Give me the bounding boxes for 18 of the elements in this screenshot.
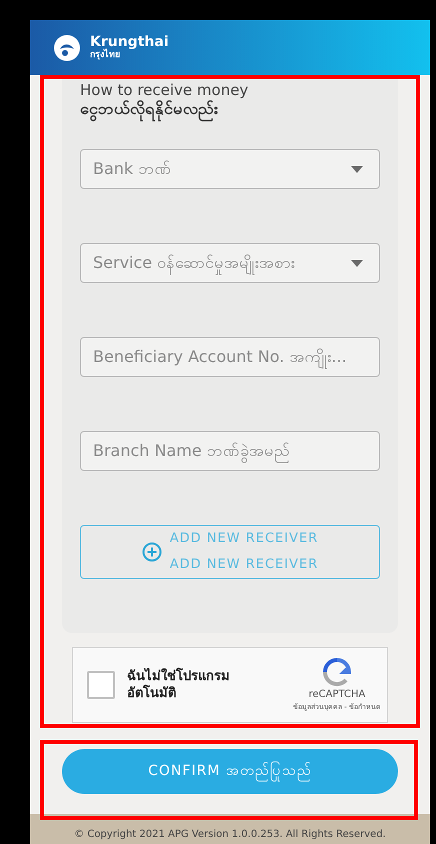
plus-circle-icon (142, 542, 162, 562)
confirm-button[interactable]: CONFIRM အတည်ပြုသည် (62, 749, 398, 794)
recaptcha-label: reCAPTCHA (308, 688, 366, 702)
captcha-label: ฉันไม่ใช่โปรแกรมอัตโนมัติ (127, 668, 231, 702)
input-field[interactable]: Branch Name ဘဏ်ခွဲအမည် (80, 431, 380, 471)
dropdown-field[interactable]: Service ဝန်ဆောင်မှုအမျိုးအစား (80, 243, 380, 283)
caret-icon (351, 260, 363, 266)
section-subtitle: ငွေဘယ်လိုရနိုင်မလည်း (80, 99, 380, 119)
recaptcha-logo-icon (322, 657, 352, 688)
copyright-text: © Copyright 2021 APG Version 1.0.0.253. All Rights Reserved. (74, 828, 386, 842)
add-receiver-button[interactable]: ADD NEW RECEIVER ADD NEW RECEIVER (80, 525, 380, 579)
caret-icon (351, 166, 363, 172)
section-title: How to receive money (80, 81, 250, 99)
brand-name: Krungthai (90, 35, 169, 49)
dropdown-field[interactable]: Bank ဘဏ် (80, 149, 380, 189)
captcha-checkbox[interactable] (87, 671, 115, 699)
input-field[interactable]: Beneficiary Account No. အကျိုး... (80, 337, 380, 377)
brand-subtitle: กรุงไทย (90, 51, 120, 60)
